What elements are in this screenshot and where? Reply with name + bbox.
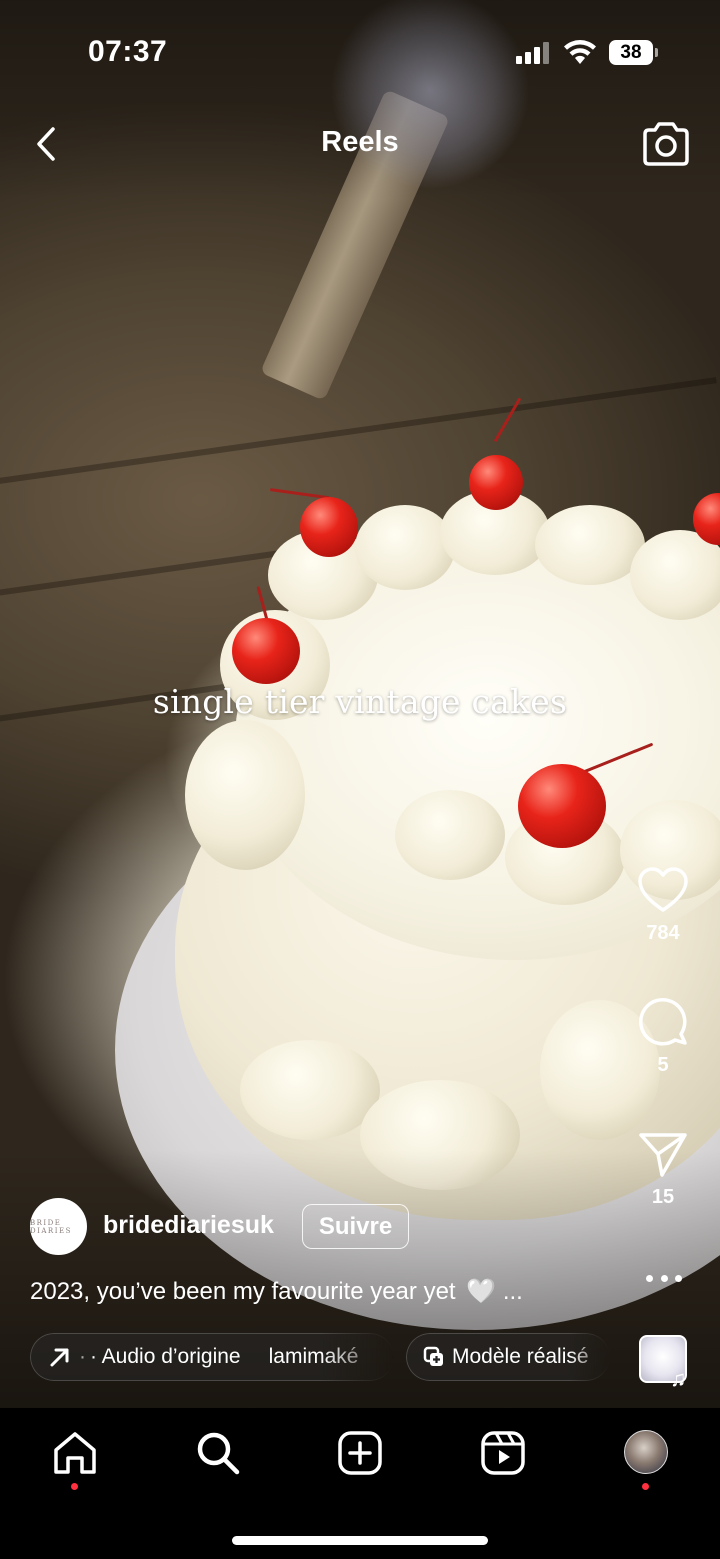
- camera-icon[interactable]: [640, 120, 692, 168]
- follow-button[interactable]: Suivre: [302, 1204, 409, 1249]
- more-options-button[interactable]: [646, 1270, 682, 1286]
- home-indicator[interactable]: [232, 1536, 488, 1545]
- home-icon[interactable]: [52, 1430, 98, 1476]
- author-avatar[interactable]: BRIDE DIARIES: [30, 1198, 87, 1255]
- cellular-signal-icon: [516, 42, 552, 64]
- white-heart-emoji: 🤍: [466, 1278, 497, 1305]
- audio-artist: lamimaké: [268, 1345, 359, 1368]
- top-shade: [0, 0, 720, 200]
- piping-swirl: [630, 530, 720, 620]
- battery-indicator: 38: [609, 40, 653, 65]
- piping-swirl: [185, 720, 305, 870]
- template-label: Modèle réalisé: [452, 1345, 589, 1368]
- video-text-overlay: single tier vintage cakes: [152, 682, 568, 721]
- piping-swirl: [240, 1040, 380, 1140]
- music-note-icon: ♫: [670, 1366, 687, 1391]
- template-icon: [423, 1346, 443, 1366]
- audio-label: · Audio d’origine: [90, 1345, 241, 1368]
- plus-square-icon[interactable]: [337, 1430, 383, 1476]
- comment-action[interactable]: 5: [623, 996, 703, 1077]
- profile-avatar[interactable]: [624, 1430, 668, 1474]
- battery-tip: [655, 48, 658, 57]
- reels-icon[interactable]: [480, 1430, 526, 1476]
- reel-video[interactable]: single tier vintage cakes: [0, 0, 720, 1408]
- avatar-logo-text: BRIDE DIARIES: [30, 1218, 72, 1235]
- template-pill[interactable]: Modèle réalisé: [406, 1333, 610, 1381]
- more-icon: [646, 1274, 653, 1282]
- wifi-icon: [564, 40, 596, 64]
- caption-more[interactable]: ...: [503, 1278, 523, 1305]
- cherry-stem: [493, 397, 522, 443]
- piping-swirl: [395, 790, 505, 880]
- cherry: [469, 455, 523, 510]
- like-action[interactable]: 784: [623, 866, 703, 945]
- comment-icon[interactable]: [637, 996, 689, 1046]
- table-plank: [0, 377, 717, 489]
- search-icon[interactable]: [195, 1430, 241, 1476]
- page-title: Reels: [321, 126, 399, 158]
- notification-dot: [71, 1483, 78, 1490]
- cherry: [232, 618, 300, 684]
- piping-swirl: [355, 505, 455, 590]
- author-username[interactable]: bridediariesuk: [103, 1211, 274, 1240]
- comment-count: 5: [657, 1054, 669, 1076]
- send-icon[interactable]: [638, 1132, 688, 1178]
- share-count: 15: [651, 1186, 675, 1208]
- status-time: 07:37: [88, 35, 168, 68]
- arrow-up-right-icon: [50, 1348, 69, 1367]
- notification-dot: [642, 1483, 649, 1490]
- piping-swirl: [535, 505, 645, 585]
- audio-pill[interactable]: · · Audio d’origine lamimaké: [30, 1333, 394, 1381]
- reel-caption[interactable]: 2023, you’ve been my favourite year yet …: [30, 1277, 523, 1306]
- caption-text: 2023, you’ve been my favourite year yet: [30, 1278, 456, 1305]
- cherry: [300, 497, 358, 557]
- heart-icon[interactable]: [637, 866, 689, 914]
- share-action[interactable]: 15: [623, 1132, 703, 1209]
- like-count: 784: [646, 922, 680, 944]
- audio-prefix: ·: [79, 1345, 86, 1368]
- cherry: [518, 764, 606, 848]
